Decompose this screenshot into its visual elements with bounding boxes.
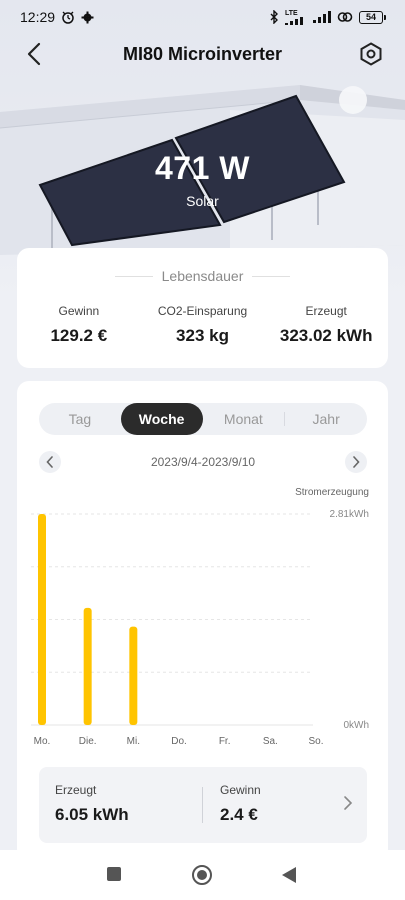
chevron-left-icon <box>46 456 53 468</box>
status-time: 12:29 <box>20 9 56 25</box>
hexagon-settings-icon <box>360 42 382 66</box>
back-arrow-icon <box>27 42 41 66</box>
circle-home-icon <box>192 865 212 885</box>
square-recent-icon <box>107 867 121 881</box>
gear-icon <box>81 11 94 23</box>
stat-label: Erzeugt <box>305 304 347 318</box>
summary-value: 2.4 € <box>220 805 258 824</box>
x-tick-label: Fr. <box>219 736 231 747</box>
weekly-summary-button[interactable]: Erzeugt 6.05 kWh Gewinn 2.4 € <box>39 767 367 843</box>
x-tick-label: Mo. <box>34 736 51 747</box>
summary-label: Erzeugt <box>55 783 97 797</box>
status-bar: 12:29 LTE 54 <box>0 0 405 34</box>
previous-period-button[interactable] <box>39 451 61 473</box>
x-tick-label: Do. <box>171 736 187 747</box>
chevron-right-icon <box>344 796 353 810</box>
lifetime-stats: Gewinn 129.2 € CO2-Einsparung 323 kg Erz… <box>17 304 388 346</box>
stat-label: Gewinn <box>58 304 100 318</box>
x-tick-label: So. <box>308 736 323 747</box>
lifetime-title: Lebensdauer <box>17 268 388 284</box>
x-tick-label: Sa. <box>263 736 278 747</box>
link-icon <box>337 12 353 22</box>
summary-value: 6.05 kWh <box>55 805 129 824</box>
home-button[interactable] <box>191 864 213 891</box>
energy-bar-chart: Stromerzeugung 2.81kWh 0kWh Mo. Die. Mi. Do… <box>31 487 369 747</box>
chart-title: Stromerzeugung <box>295 487 369 498</box>
stat-profit: Gewinn 129.2 € <box>17 304 141 346</box>
recent-apps-button[interactable] <box>106 866 122 887</box>
power-readout: 471 W Solar <box>0 150 405 209</box>
date-range: 2023/9/4-2023/9/10 <box>150 455 256 469</box>
bar-die[interactable] <box>83 607 92 725</box>
lifetime-card: Lebensdauer Gewinn 129.2 € CO2-Einsparun… <box>17 248 388 368</box>
period-tabs: Tag Woche Monat Jahr <box>39 403 367 435</box>
alarm-clock-icon <box>62 11 74 24</box>
chevron-right-icon <box>353 456 360 468</box>
x-tick-label: Mi. <box>127 736 140 747</box>
power-value: 471 W <box>155 150 250 186</box>
triangle-back-icon <box>282 867 296 883</box>
date-navigator: 2023/9/4-2023/9/10 <box>39 451 367 473</box>
app-header: MI80 Microinverter <box>0 34 405 74</box>
lte-bars <box>285 16 303 25</box>
stat-value: 323 kg <box>176 326 229 345</box>
stat-value: 323.02 kWh <box>279 326 373 345</box>
tab-year[interactable]: Jahr <box>285 403 367 435</box>
system-back-button[interactable] <box>281 866 297 889</box>
y-max-label: 2.81kWh <box>330 509 369 520</box>
signal-icon <box>313 11 331 23</box>
chart-x-labels: Mo. Die. Mi. Do. Fr. Sa. So. <box>34 736 324 747</box>
lte-label: LTE <box>285 9 298 17</box>
tab-day[interactable]: Tag <box>39 403 121 435</box>
bar-mi[interactable] <box>129 626 138 725</box>
y-min-label: 0kWh <box>343 720 369 731</box>
summary-label: Gewinn <box>220 783 261 797</box>
page-title: MI80 Microinverter <box>122 43 283 64</box>
bluetooth-icon <box>270 10 278 24</box>
chart-grid <box>31 513 313 726</box>
next-period-button[interactable] <box>345 451 367 473</box>
energy-chart-card: Tag Woche Monat Jahr 2023/9/4-2023/9/10 … <box>17 381 388 861</box>
tab-week[interactable]: Woche <box>120 403 203 435</box>
back-button[interactable] <box>20 40 48 68</box>
settings-button[interactable] <box>357 40 385 68</box>
summary-produced: Erzeugt 6.05 kWh <box>55 783 129 825</box>
bar-mo[interactable] <box>38 514 46 725</box>
battery-indicator: 54 <box>359 10 386 24</box>
power-label: Solar <box>186 193 219 209</box>
x-tick-label: Die. <box>79 736 97 747</box>
system-nav-bar <box>0 850 405 900</box>
tab-month[interactable]: Monat <box>203 403 285 435</box>
summary-divider <box>202 787 203 823</box>
stat-co2: CO2-Einsparung 323 kg <box>141 304 265 346</box>
stat-value: 129.2 € <box>50 326 108 345</box>
lte-signal-icon: LTE <box>285 10 307 25</box>
stat-label: CO2-Einsparung <box>157 304 248 318</box>
summary-profit: Gewinn 2.4 € <box>220 783 261 825</box>
stat-produced: Erzeugt 323.02 kWh <box>264 304 388 346</box>
